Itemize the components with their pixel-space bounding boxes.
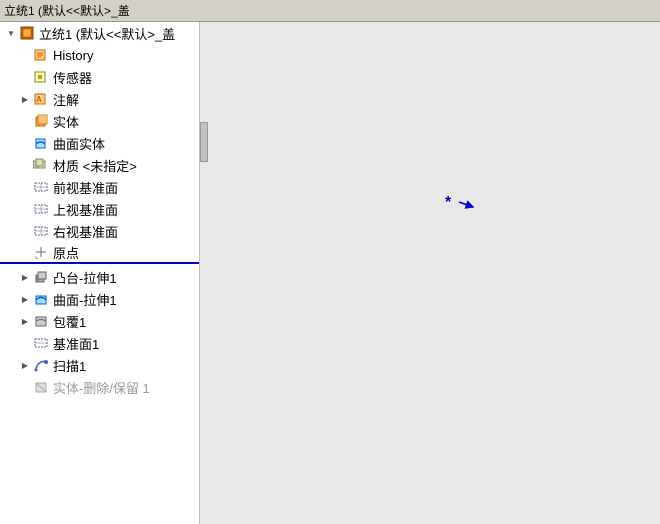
wrap-label: 包覆1 xyxy=(53,312,86,331)
title-bar-text: 立统1 (默认<<默认>_盖 xyxy=(4,2,130,19)
material-arrow xyxy=(18,158,32,172)
title-bar: 立统1 (默认<<默认>_盖 xyxy=(0,0,660,22)
origin-arrow xyxy=(18,245,32,259)
sweep-arrow[interactable] xyxy=(18,358,32,372)
wrap-icon xyxy=(32,312,50,330)
tree-item-annotation[interactable]: A 注解 xyxy=(0,88,199,110)
tree-item-base-plane[interactable]: 基准面1 xyxy=(0,332,199,354)
surface-solid-icon xyxy=(32,134,50,152)
right-plane-icon xyxy=(32,222,50,240)
base-plane-arrow xyxy=(18,336,32,350)
sidebar: 立统1 (默认<<默认>_盖 History xyxy=(0,22,200,524)
root-icon xyxy=(18,24,36,42)
canvas-area: * xyxy=(200,22,660,524)
tree-item-origin[interactable]: ⌞ 原点 xyxy=(0,242,199,264)
tree-item-sensor[interactable]: 传感器 xyxy=(0,66,199,88)
material-icon xyxy=(32,156,50,174)
sensor-label: 传感器 xyxy=(53,68,92,87)
history-arrow xyxy=(18,48,32,62)
top-plane-icon xyxy=(32,200,50,218)
resize-handle[interactable] xyxy=(200,122,208,162)
base-plane-icon xyxy=(32,334,50,352)
base-plane-label: 基准面1 xyxy=(53,334,99,353)
root-label: 立统1 (默认<<默认>_盖 xyxy=(39,24,175,43)
tree-item-surface-solid[interactable]: 曲面实体 xyxy=(0,132,199,154)
tree-item-solid[interactable]: 实体 xyxy=(0,110,199,132)
tree-item-front-plane[interactable]: 前视基准面 xyxy=(0,176,199,198)
sensor-arrow xyxy=(18,70,32,84)
front-plane-icon xyxy=(32,178,50,196)
tree-item-wrap[interactable]: 包覆1 xyxy=(0,310,199,332)
cut-label: 实体-删除/保留 1 xyxy=(53,378,150,397)
surface-extrude-arrow[interactable] xyxy=(18,292,32,306)
surface-solid-arrow xyxy=(18,136,32,150)
origin-icon: ⌞ xyxy=(32,243,50,261)
root-item[interactable]: 立统1 (默认<<默认>_盖 xyxy=(0,22,199,44)
annotation-label: 注解 xyxy=(53,90,79,109)
top-plane-arrow xyxy=(18,202,32,216)
tree-item-right-plane[interactable]: 右视基准面 xyxy=(0,220,199,242)
tree-item-sweep[interactable]: 扫描1 xyxy=(0,354,199,376)
front-plane-arrow xyxy=(18,180,32,194)
top-plane-label: 上视基准面 xyxy=(53,200,118,219)
svg-text:A: A xyxy=(36,95,42,104)
main-content: 立统1 (默认<<默认>_盖 History xyxy=(0,22,660,524)
right-plane-label: 右视基准面 xyxy=(53,222,118,241)
wrap-arrow[interactable] xyxy=(18,314,32,328)
solid-icon xyxy=(32,112,50,130)
sweep-icon xyxy=(32,356,50,374)
tree-item-boss-extrude[interactable]: 凸台-拉伸1 xyxy=(0,266,199,288)
tree-item-history[interactable]: History xyxy=(0,44,199,66)
root-expand-arrow xyxy=(4,26,18,40)
cursor-indicator: * xyxy=(445,192,475,217)
boss-extrude-arrow[interactable] xyxy=(18,270,32,284)
solid-label: 实体 xyxy=(53,112,79,131)
surface-solid-label: 曲面实体 xyxy=(53,134,105,153)
front-plane-label: 前视基准面 xyxy=(53,178,118,197)
tree-item-material[interactable]: 材质 <未指定> xyxy=(0,154,199,176)
svg-text:*: * xyxy=(445,194,452,211)
history-icon xyxy=(32,46,50,64)
solid-arrow xyxy=(18,114,32,128)
history-label: History xyxy=(53,48,93,63)
origin-label: 原点 xyxy=(53,243,79,262)
annotation-arrow[interactable] xyxy=(18,92,32,106)
right-plane-arrow xyxy=(18,224,32,238)
cut-arrow xyxy=(18,380,32,394)
tree-item-surface-extrude[interactable]: 曲面-拉伸1 xyxy=(0,288,199,310)
boss-extrude-icon xyxy=(32,268,50,286)
sensor-icon xyxy=(32,68,50,86)
tree-item-cut[interactable]: 实体-删除/保留 1 xyxy=(0,376,199,398)
material-label: 材质 <未指定> xyxy=(53,156,137,175)
sweep-label: 扫描1 xyxy=(53,356,86,375)
tree-item-top-plane[interactable]: 上视基准面 xyxy=(0,198,199,220)
boss-extrude-label: 凸台-拉伸1 xyxy=(53,268,117,287)
surface-extrude-label: 曲面-拉伸1 xyxy=(53,290,117,309)
cut-icon xyxy=(32,378,50,396)
surface-extrude-icon xyxy=(32,290,50,308)
annotation-icon: A xyxy=(32,90,50,108)
svg-text:⌞: ⌞ xyxy=(35,251,39,259)
